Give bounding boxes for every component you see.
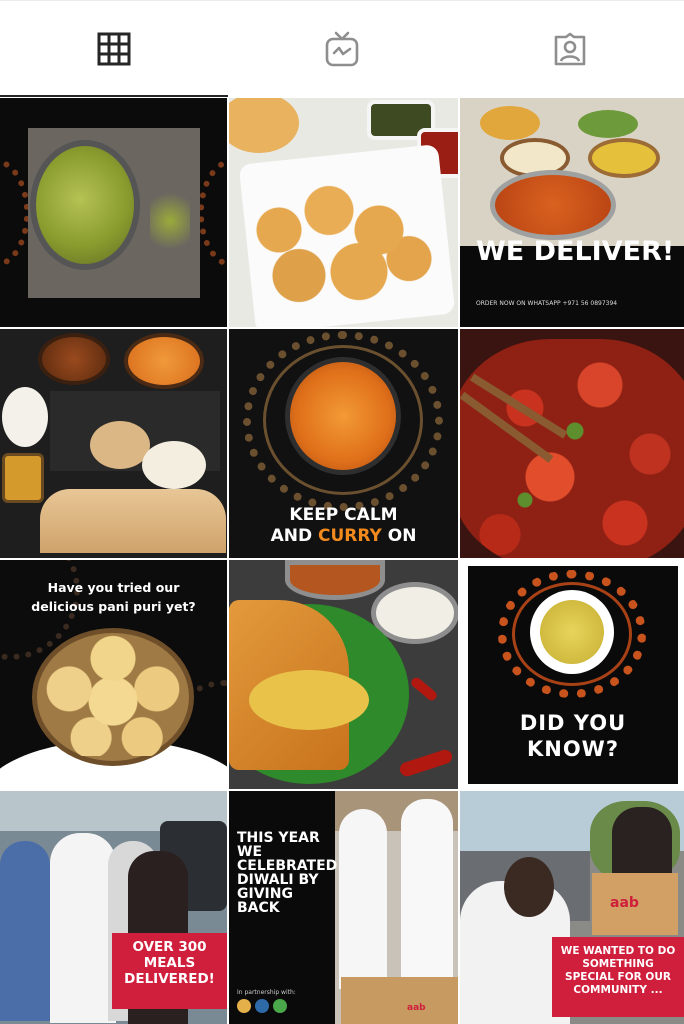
- post-caption: DID YOU KNOW?: [468, 710, 678, 762]
- caption-line-2: MEALS: [143, 955, 196, 971]
- mandala-pattern: [0, 158, 30, 268]
- caption-line-1: OVER 300: [132, 939, 207, 955]
- post-cardamom[interactable]: [0, 98, 227, 327]
- boxes: [341, 977, 458, 1024]
- post-caption: OVER 300 MEALS DELIVERED!: [112, 939, 227, 987]
- pani-puri: [239, 178, 439, 308]
- partner-logo: [273, 999, 287, 1013]
- sambar-bowl: [285, 560, 385, 600]
- caption-line-3: CELEBRATED: [237, 858, 338, 874]
- caption-line-4: COMMUNITY ...: [573, 984, 663, 996]
- post-dosa[interactable]: [229, 560, 458, 789]
- box-brand: aab: [610, 895, 639, 911]
- caption-line-3: SPECIAL FOR OUR: [565, 971, 671, 983]
- post-meals-delivered[interactable]: OVER 300 MEALS DELIVERED!: [0, 791, 227, 1024]
- food-photo: [124, 333, 204, 389]
- posts-grid: WE DELIVER! ORDER NOW ON WHATSAPP +971 5…: [0, 98, 684, 1024]
- post-subtext: ORDER NOW ON WHATSAPP +971 56 0897394: [476, 300, 618, 307]
- volunteer: [401, 799, 453, 989]
- caption-line-2: WE: [237, 844, 263, 860]
- caption-line-2: AND CURRY ON: [270, 526, 417, 546]
- caption-line-1: DID YOU: [519, 711, 627, 735]
- caption-line-1: Have you tried our: [47, 580, 180, 595]
- post-caption: THIS YEAR WE CELEBRATED DIWALI BY GIVING…: [237, 830, 338, 916]
- food-photo: [588, 138, 660, 178]
- person: [0, 841, 50, 1021]
- caption-line-1: KEEP CALM: [289, 505, 398, 525]
- post-did-you-know[interactable]: DID YOU KNOW?: [460, 560, 684, 789]
- caption-line-4: DIWALI BY: [237, 872, 319, 888]
- box-brand: aab: [407, 1003, 426, 1013]
- post-chilli-chicken[interactable]: [460, 329, 684, 558]
- tab-tagged[interactable]: [456, 1, 684, 97]
- partner-label: In partnership with:: [237, 989, 296, 996]
- curry-bowl: [285, 357, 401, 475]
- curry-bowl: [490, 170, 616, 240]
- food-photo: [480, 106, 540, 140]
- caption-line-5: GIVING: [237, 886, 293, 902]
- post-caption: WE WANTED TO DO SOMETHING SPECIAL FOR OU…: [552, 945, 684, 997]
- post-pani-puri-question[interactable]: Have you tried our delicious pani puri y…: [0, 560, 227, 789]
- food-photo: [229, 98, 299, 153]
- post-we-deliver[interactable]: WE DELIVER! ORDER NOW ON WHATSAPP +971 5…: [460, 98, 684, 327]
- post-caption: KEEP CALM AND CURRY ON: [229, 505, 458, 547]
- caption-line-1: THIS YEAR: [237, 830, 320, 846]
- igtv-icon: [325, 31, 359, 67]
- caption-line-2: SOMETHING: [582, 958, 654, 970]
- food-photo: [2, 453, 44, 503]
- post-keep-calm[interactable]: KEEP CALM AND CURRY ON: [229, 329, 458, 558]
- post-thali-spread[interactable]: [0, 329, 227, 558]
- caption-highlight: CURRY: [317, 526, 382, 546]
- person: [50, 833, 116, 1023]
- tagged-icon: [554, 32, 586, 66]
- post-diwali-giving-back[interactable]: aab THIS YEAR WE CELEBRATED DIWALI BY GI…: [229, 791, 458, 1024]
- potato-filling: [249, 670, 369, 730]
- profile-tab-bar: [0, 0, 684, 97]
- cardamom-bowl: [30, 140, 140, 270]
- post-pani-puri-plate[interactable]: [229, 98, 458, 327]
- chilli-chicken-dish: [460, 339, 684, 558]
- caption-line-1: WE WANTED TO DO: [560, 945, 676, 957]
- post-community[interactable]: aab WE WANTED TO DO SOMETHING SPECIAL FO…: [460, 791, 684, 1024]
- red-chilli: [409, 675, 439, 703]
- naan-bread: [40, 489, 226, 553]
- pani-puri: [40, 634, 186, 756]
- caption-line-6: BACK: [237, 900, 280, 916]
- mandala-pattern: [198, 158, 227, 268]
- food-photo: [142, 441, 206, 489]
- food-photo: [2, 387, 48, 447]
- post-headline: WE DELIVER!: [476, 236, 675, 267]
- volunteer: [504, 857, 554, 917]
- partner-logo: [237, 999, 251, 1013]
- red-chilli: [398, 747, 454, 779]
- tab-igtv[interactable]: [228, 1, 456, 97]
- grid-icon: [97, 32, 131, 66]
- food-photo: [578, 110, 638, 138]
- cardamom-pods: [150, 186, 190, 256]
- tab-posts[interactable]: [0, 1, 228, 97]
- food-photo: [38, 333, 110, 385]
- food-photo: [90, 421, 150, 469]
- partner-logo: [255, 999, 269, 1013]
- caption-line-3: DELIVERED!: [124, 971, 215, 987]
- post-caption: Have you tried our delicious pani puri y…: [0, 578, 227, 616]
- volunteer: [339, 809, 387, 989]
- caption-line-2: KNOW?: [526, 737, 620, 761]
- dhokla: [540, 600, 604, 664]
- caption-line-2: delicious pani puri yet?: [31, 599, 196, 614]
